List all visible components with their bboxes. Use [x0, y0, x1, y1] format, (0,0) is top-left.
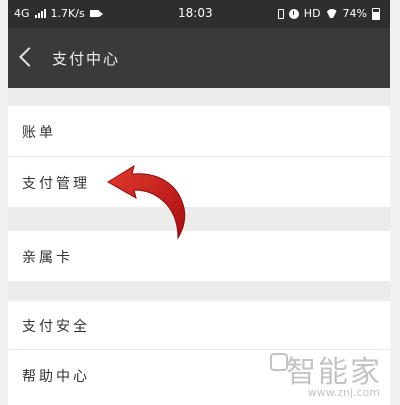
section-gap — [8, 281, 390, 301]
network-speed: 1.7K/s — [50, 7, 85, 20]
hd-label: HD — [303, 7, 321, 20]
network-type: 4G — [14, 7, 30, 20]
section-gap — [8, 88, 390, 106]
menu-item-label: 亲属卡 — [22, 250, 73, 266]
menu-item-label: 支付管理 — [22, 176, 90, 192]
menu-item-label: 账单 — [22, 125, 56, 141]
status-bar: 4G 1.7K/s 18:03 HD 74% — [8, 0, 390, 28]
curved-arrow-icon — [107, 164, 186, 240]
status-left: 4G 1.7K/s — [14, 7, 103, 20]
page-title: 支付中心 — [52, 50, 121, 68]
menu-item-label: 支付安全 — [22, 319, 90, 335]
signal-icon — [34, 9, 46, 18]
wifi-icon — [326, 9, 338, 18]
battery-level: 74% — [342, 7, 367, 20]
status-time: 18:03 — [178, 6, 213, 20]
alarm-icon — [288, 8, 299, 19]
screen: 4G 1.7K/s 18:03 HD 74% 支付中心 账单 支付管理 亲属卡 … — [8, 0, 390, 405]
status-right: HD 74% — [277, 7, 380, 20]
back-icon[interactable] — [19, 47, 39, 67]
menu-item-bill[interactable]: 账单 — [8, 106, 390, 156]
nav-bar: 支付中心 — [8, 28, 390, 88]
menu-item-label: 帮助中心 — [22, 369, 90, 385]
vibrate-icon — [277, 8, 284, 19]
battery-icon — [372, 7, 380, 20]
video-icon — [89, 10, 103, 17]
watermark-brand: 智能家 — [286, 355, 382, 390]
menu-item-payment-security[interactable]: 支付安全 — [8, 301, 390, 349]
watermark: 智能家 www.znj.com — [270, 347, 382, 399]
watermark-url: www.znj.com — [307, 386, 380, 399]
phone-frame: 4G 1.7K/s 18:03 HD 74% 支付中心 账单 支付管理 亲属卡 … — [0, 0, 400, 405]
